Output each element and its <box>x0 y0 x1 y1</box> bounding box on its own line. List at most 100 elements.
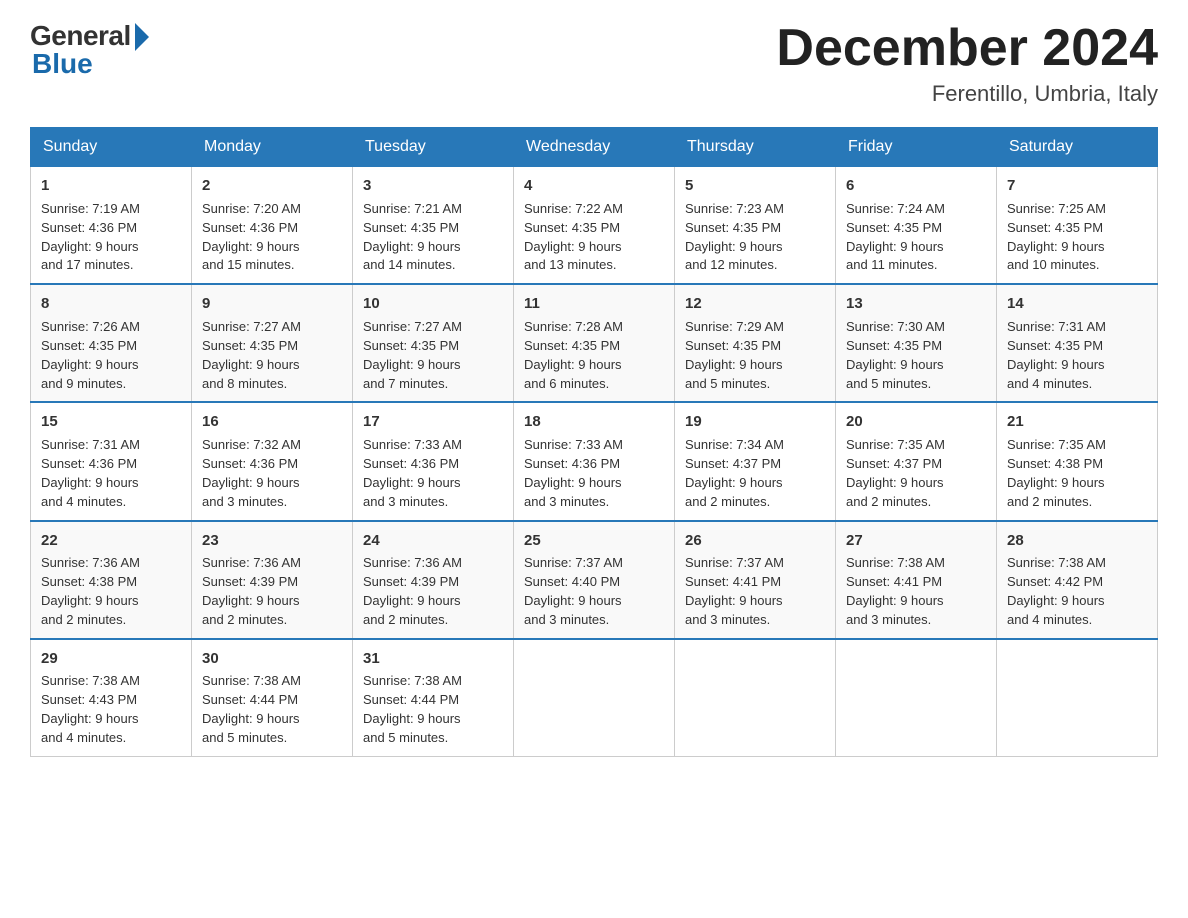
day-info: Sunrise: 7:37 AMSunset: 4:41 PMDaylight:… <box>685 554 825 629</box>
day-number: 17 <box>363 411 503 433</box>
calendar-week-row: 22Sunrise: 7:36 AMSunset: 4:38 PMDayligh… <box>31 521 1158 639</box>
calendar-day-cell: 26Sunrise: 7:37 AMSunset: 4:41 PMDayligh… <box>675 521 836 639</box>
calendar-day-cell: 11Sunrise: 7:28 AMSunset: 4:35 PMDayligh… <box>514 284 675 402</box>
calendar-day-cell: 22Sunrise: 7:36 AMSunset: 4:38 PMDayligh… <box>31 521 192 639</box>
day-info: Sunrise: 7:29 AMSunset: 4:35 PMDaylight:… <box>685 318 825 393</box>
calendar-day-cell: 12Sunrise: 7:29 AMSunset: 4:35 PMDayligh… <box>675 284 836 402</box>
day-info: Sunrise: 7:26 AMSunset: 4:35 PMDaylight:… <box>41 318 181 393</box>
day-info: Sunrise: 7:30 AMSunset: 4:35 PMDaylight:… <box>846 318 986 393</box>
day-info: Sunrise: 7:24 AMSunset: 4:35 PMDaylight:… <box>846 200 986 275</box>
calendar-day-cell: 20 Sunrise: 7:35 AMSunset: 4:37 PMDayligh… <box>836 402 997 520</box>
day-info: Sunrise: 7:22 AMSunset: 4:35 PMDaylight:… <box>524 200 664 275</box>
calendar-day-cell <box>514 639 675 757</box>
calendar-day-cell: 9 Sunrise: 7:27 AMSunset: 4:35 PMDaylight… <box>192 284 353 402</box>
day-number: 24 <box>363 530 503 552</box>
day-number: 13 <box>846 293 986 315</box>
day-info: Sunrise: 7:35 AMSunset: 4:38 PMDaylight:… <box>1007 436 1147 511</box>
calendar-day-cell <box>997 639 1158 757</box>
day-info: Sunrise: 7:38 AMSunset: 4:41 PMDaylight:… <box>846 554 986 629</box>
day-info: Sunrise: 7:19 AMSunset: 4:36 PMDaylight:… <box>41 200 181 275</box>
day-info: Sunrise: 7:21 AMSunset: 4:35 PMDaylight:… <box>363 200 503 275</box>
day-info: Sunrise: 7:36 AMSunset: 4:39 PMDaylight:… <box>202 554 342 629</box>
weekday-header-sunday: Sunday <box>31 128 192 167</box>
day-info: Sunrise: 7:38 AMSunset: 4:43 PMDaylight:… <box>41 672 181 747</box>
day-number: 3 <box>363 175 503 197</box>
calendar-table: SundayMondayTuesdayWednesdayThursdayFrid… <box>30 127 1158 757</box>
day-number: 31 <box>363 648 503 670</box>
day-info: Sunrise: 7:28 AMSunset: 4:35 PMDaylight:… <box>524 318 664 393</box>
day-info: Sunrise: 7:23 AMSunset: 4:35 PMDaylight:… <box>685 200 825 275</box>
day-info: Sunrise: 7:36 AMSunset: 4:39 PMDaylight:… <box>363 554 503 629</box>
day-info: Sunrise: 7:36 AMSunset: 4:38 PMDaylight:… <box>41 554 181 629</box>
day-number: 18 <box>524 411 664 433</box>
day-info: Sunrise: 7:27 AMSunset: 4:35 PMDaylight:… <box>363 318 503 393</box>
day-number: 6 <box>846 175 986 197</box>
calendar-day-cell: 2 Sunrise: 7:20 AMSunset: 4:36 PMDaylight… <box>192 167 353 285</box>
day-number: 28 <box>1007 530 1147 552</box>
day-info: Sunrise: 7:20 AMSunset: 4:36 PMDaylight:… <box>202 200 342 275</box>
calendar-day-cell: 13 Sunrise: 7:30 AMSunset: 4:35 PMDayligh… <box>836 284 997 402</box>
day-info: Sunrise: 7:35 AMSunset: 4:37 PMDaylight:… <box>846 436 986 511</box>
logo-blue-text: Blue <box>32 48 93 80</box>
title-block: December 2024 Ferentillo, Umbria, Italy <box>776 20 1158 107</box>
day-info: Sunrise: 7:33 AMSunset: 4:36 PMDaylight:… <box>524 436 664 511</box>
weekday-header-wednesday: Wednesday <box>514 128 675 167</box>
calendar-day-cell <box>836 639 997 757</box>
day-number: 2 <box>202 175 342 197</box>
calendar-day-cell: 27Sunrise: 7:38 AMSunset: 4:41 PMDayligh… <box>836 521 997 639</box>
weekday-header-saturday: Saturday <box>997 128 1158 167</box>
calendar-week-row: 8 Sunrise: 7:26 AMSunset: 4:35 PMDaylight… <box>31 284 1158 402</box>
page-header: General Blue December 2024 Ferentillo, U… <box>30 20 1158 107</box>
day-number: 21 <box>1007 411 1147 433</box>
day-number: 7 <box>1007 175 1147 197</box>
calendar-day-cell: 8 Sunrise: 7:26 AMSunset: 4:35 PMDaylight… <box>31 284 192 402</box>
day-number: 9 <box>202 293 342 315</box>
calendar-day-cell: 7 Sunrise: 7:25 AMSunset: 4:35 PMDaylight… <box>997 167 1158 285</box>
day-info: Sunrise: 7:38 AMSunset: 4:42 PMDaylight:… <box>1007 554 1147 629</box>
day-number: 30 <box>202 648 342 670</box>
logo: General Blue <box>30 20 149 80</box>
day-info: Sunrise: 7:33 AMSunset: 4:36 PMDaylight:… <box>363 436 503 511</box>
day-number: 10 <box>363 293 503 315</box>
calendar-day-cell: 15Sunrise: 7:31 AMSunset: 4:36 PMDayligh… <box>31 402 192 520</box>
calendar-day-cell: 10 Sunrise: 7:27 AMSunset: 4:35 PMDayligh… <box>353 284 514 402</box>
day-number: 5 <box>685 175 825 197</box>
day-number: 1 <box>41 175 181 197</box>
day-number: 27 <box>846 530 986 552</box>
calendar-day-cell: 24Sunrise: 7:36 AMSunset: 4:39 PMDayligh… <box>353 521 514 639</box>
day-number: 15 <box>41 411 181 433</box>
calendar-day-cell: 4 Sunrise: 7:22 AMSunset: 4:35 PMDaylight… <box>514 167 675 285</box>
day-number: 20 <box>846 411 986 433</box>
calendar-day-cell: 18 Sunrise: 7:33 AMSunset: 4:36 PMDayligh… <box>514 402 675 520</box>
calendar-day-cell: 31Sunrise: 7:38 AMSunset: 4:44 PMDayligh… <box>353 639 514 757</box>
day-number: 23 <box>202 530 342 552</box>
calendar-day-cell: 6 Sunrise: 7:24 AMSunset: 4:35 PMDaylight… <box>836 167 997 285</box>
calendar-day-cell: 17 Sunrise: 7:33 AMSunset: 4:36 PMDayligh… <box>353 402 514 520</box>
day-info: Sunrise: 7:31 AMSunset: 4:35 PMDaylight:… <box>1007 318 1147 393</box>
calendar-week-row: 1 Sunrise: 7:19 AMSunset: 4:36 PMDaylight… <box>31 167 1158 285</box>
day-number: 8 <box>41 293 181 315</box>
day-number: 22 <box>41 530 181 552</box>
calendar-day-cell: 28Sunrise: 7:38 AMSunset: 4:42 PMDayligh… <box>997 521 1158 639</box>
calendar-day-cell: 21 Sunrise: 7:35 AMSunset: 4:38 PMDayligh… <box>997 402 1158 520</box>
day-info: Sunrise: 7:25 AMSunset: 4:35 PMDaylight:… <box>1007 200 1147 275</box>
calendar-day-cell: 29Sunrise: 7:38 AMSunset: 4:43 PMDayligh… <box>31 639 192 757</box>
day-number: 4 <box>524 175 664 197</box>
calendar-day-cell: 3 Sunrise: 7:21 AMSunset: 4:35 PMDaylight… <box>353 167 514 285</box>
calendar-day-cell: 30Sunrise: 7:38 AMSunset: 4:44 PMDayligh… <box>192 639 353 757</box>
day-number: 16 <box>202 411 342 433</box>
calendar-day-cell: 5 Sunrise: 7:23 AMSunset: 4:35 PMDaylight… <box>675 167 836 285</box>
day-number: 29 <box>41 648 181 670</box>
location-text: Ferentillo, Umbria, Italy <box>776 81 1158 107</box>
calendar-day-cell <box>675 639 836 757</box>
day-info: Sunrise: 7:27 AMSunset: 4:35 PMDaylight:… <box>202 318 342 393</box>
weekday-header-thursday: Thursday <box>675 128 836 167</box>
day-info: Sunrise: 7:38 AMSunset: 4:44 PMDaylight:… <box>363 672 503 747</box>
calendar-day-cell: 1 Sunrise: 7:19 AMSunset: 4:36 PMDaylight… <box>31 167 192 285</box>
day-info: Sunrise: 7:34 AMSunset: 4:37 PMDaylight:… <box>685 436 825 511</box>
calendar-week-row: 15Sunrise: 7:31 AMSunset: 4:36 PMDayligh… <box>31 402 1158 520</box>
calendar-day-cell: 16 Sunrise: 7:32 AMSunset: 4:36 PMDayligh… <box>192 402 353 520</box>
day-info: Sunrise: 7:38 AMSunset: 4:44 PMDaylight:… <box>202 672 342 747</box>
day-info: Sunrise: 7:32 AMSunset: 4:36 PMDaylight:… <box>202 436 342 511</box>
weekday-header-row: SundayMondayTuesdayWednesdayThursdayFrid… <box>31 128 1158 167</box>
